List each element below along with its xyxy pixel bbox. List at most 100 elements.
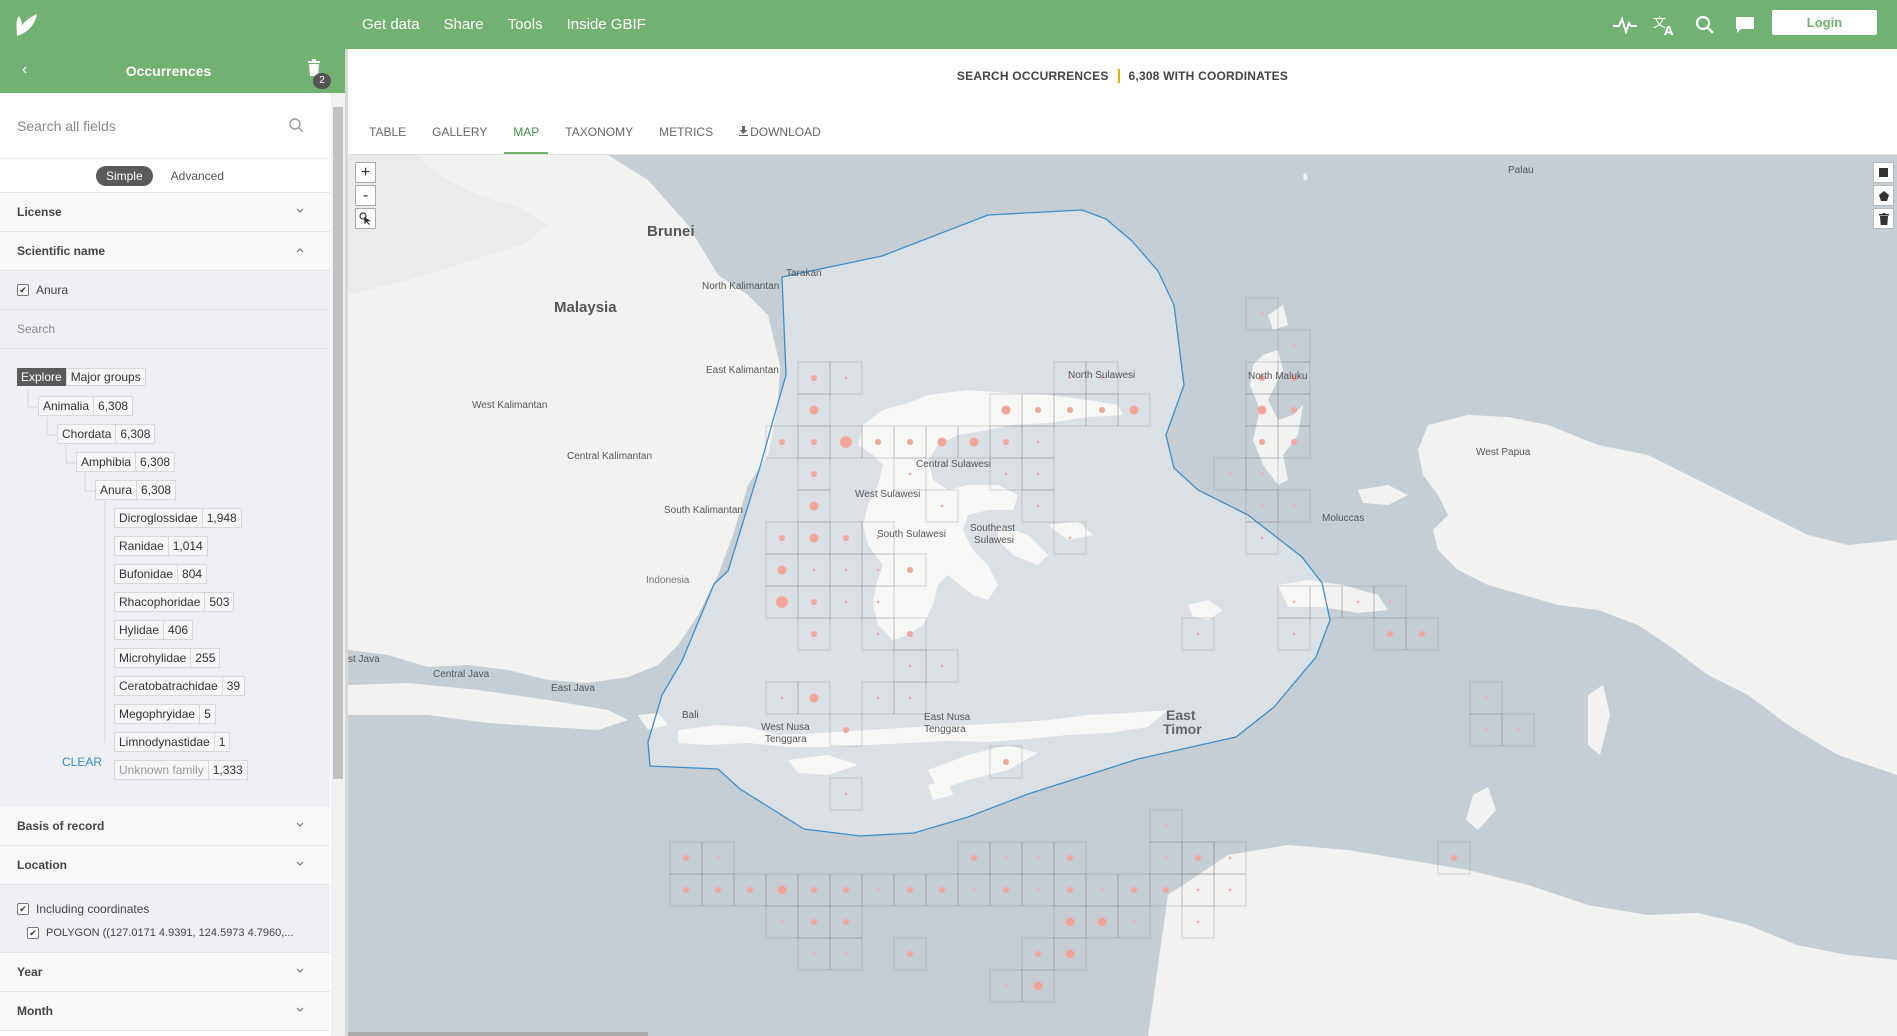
year-facet[interactable]: Year (0, 953, 330, 992)
taxon-node[interactable]: Unknown family 1,333 (114, 760, 248, 780)
taxon-node[interactable]: Ceratobatrachidae 39 (114, 676, 246, 696)
taxon-node[interactable]: Dicroglossidae 1,948 (114, 508, 242, 528)
search-placeholder: Search all fields (17, 117, 116, 134)
occurrence-dot (1004, 984, 1008, 988)
basis-of-record-facet[interactable]: Basis of record (0, 807, 330, 846)
delete-shape-button[interactable] (1873, 208, 1894, 229)
taxon-node[interactable]: Animalia 6,308 (38, 396, 134, 416)
gbif-logo-icon[interactable] (0, 0, 54, 49)
taxon-node[interactable]: Bufonidae 804 (114, 564, 208, 584)
including-coordinates-row[interactable]: ✔ Including coordinates (0, 897, 330, 921)
taxon-node[interactable]: Anura 6,308 (95, 480, 177, 500)
occurrence-dot (940, 664, 944, 668)
map-label-west-papua: West Papua (1476, 447, 1531, 458)
occurrence-dot (1260, 472, 1264, 476)
occurrence-dot (1484, 728, 1488, 732)
draw-rectangle-button[interactable] (1873, 162, 1894, 183)
occurrence-dot (716, 856, 720, 860)
nav-tools[interactable]: Tools (508, 16, 543, 33)
occurrence-dot (811, 631, 817, 637)
taxon-node[interactable]: Hylidae 406 (114, 620, 194, 640)
zoom-out-button[interactable]: - (355, 185, 376, 206)
new-guinea-landmass (1418, 415, 1897, 775)
search-icon[interactable] (288, 117, 304, 138)
search-all-fields-input[interactable]: Search all fields (0, 93, 330, 159)
occurrence-dot (876, 632, 880, 636)
occurrence-dot (1324, 600, 1328, 604)
nav-share[interactable]: Share (444, 16, 484, 33)
basis-of-record-label: Basis of record (17, 819, 105, 833)
map-label-north-sulawesi: North Sulawesi (1068, 370, 1136, 381)
occurrence-dot (908, 664, 912, 668)
sidebar-scrollbar[interactable] (331, 93, 345, 1036)
nav-get-data[interactable]: Get data (362, 16, 420, 33)
tab-table[interactable]: TABLE (360, 125, 415, 154)
occurrence-dot (811, 919, 817, 925)
taxon-name: Dicroglossidae (114, 508, 203, 528)
filter-count-badge: 2 (313, 73, 331, 89)
license-facet[interactable]: License (0, 193, 330, 232)
taxon-count: 6,308 (137, 480, 177, 500)
clear-button[interactable]: CLEAR (62, 755, 102, 769)
taxon-name: Hylidae (114, 620, 165, 640)
scientific-name-facet[interactable]: Scientific name (0, 232, 330, 271)
occurrence-dot (1100, 888, 1104, 892)
tab-metrics[interactable]: METRICS (650, 125, 722, 154)
scrollbar-thumb[interactable] (348, 1032, 648, 1036)
location-facet[interactable]: Location (0, 846, 330, 885)
checkbox-checked-icon[interactable]: ✔ (27, 927, 39, 939)
taxon-name: Ceratobatrachidae (114, 676, 223, 696)
occurrence-dot (1196, 856, 1200, 860)
map-horizontal-scrollbar[interactable] (348, 1032, 1897, 1036)
occurrence-dot (1196, 920, 1200, 924)
taxon-node[interactable]: Amphibia 6,308 (76, 452, 176, 472)
occurrence-dot (809, 693, 819, 703)
location-body: ✔ Including coordinates ✔ POLYGON ((127.… (0, 885, 330, 953)
taxon-count: 406 (164, 620, 194, 640)
back-chevron-icon[interactable]: ‹ (22, 61, 27, 79)
zoom-in-button[interactable]: + (355, 162, 376, 183)
occurrence-dot (876, 888, 880, 892)
simple-mode-button[interactable]: Simple (95, 165, 153, 186)
occurrence-dot (1033, 981, 1043, 991)
scrollbar-thumb[interactable] (333, 107, 343, 779)
map-canvas[interactable] (348, 155, 1897, 1036)
occurrence-dot (777, 885, 787, 895)
misool-island (1358, 485, 1408, 505)
feedback-icon[interactable] (1733, 13, 1757, 37)
occurrence-dot (1035, 951, 1041, 957)
translate-icon[interactable]: 文A (1653, 13, 1677, 37)
including-coordinates-label: Including coordinates (36, 902, 150, 916)
month-facet[interactable]: Month (0, 992, 330, 1031)
activity-icon[interactable] (1613, 13, 1637, 37)
taxon-node[interactable]: Megophryidae 5 (114, 704, 216, 724)
tab-gallery[interactable]: GALLERY (423, 125, 496, 154)
tab-taxonomy[interactable]: TAXONOMY (556, 125, 642, 154)
pentagon-icon (1878, 190, 1889, 201)
select-tool-button[interactable] (355, 208, 376, 229)
nav-inside-gbif[interactable]: Inside GBIF (567, 16, 646, 33)
draw-polygon-button[interactable] (1873, 185, 1894, 206)
map-label-southeast-1: Southeast (970, 523, 1016, 534)
occurrence-dot (844, 568, 848, 572)
taxon-node[interactable]: Chordata 6,308 (57, 424, 156, 444)
taxon-node[interactable]: Ranidae 1,014 (114, 536, 208, 556)
occurrence-dot (715, 887, 721, 893)
occurrence-map[interactable]: Brunei Malaysia Tarakan North Kalimantan… (348, 155, 1897, 1036)
occurrence-dot (1292, 632, 1296, 636)
taxon-node[interactable]: Rhacophoridae 503 (114, 592, 235, 612)
occurrence-dot (779, 439, 785, 445)
checkbox-checked-icon[interactable]: ✔ (17, 903, 29, 915)
search-icon[interactable] (1693, 13, 1717, 37)
map-label-east-nusa-1: East Nusa (924, 712, 971, 723)
occurrence-dot (1292, 600, 1296, 604)
login-button[interactable]: Login (1772, 10, 1877, 35)
tab-download[interactable]: DOWNLOAD (730, 125, 830, 154)
occurrence-dot (908, 472, 912, 476)
tab-map[interactable]: MAP (504, 125, 549, 154)
polygon-filter-row[interactable]: ✔ POLYGON ((127.0171 4.9391, 124.5973 4.… (0, 921, 330, 945)
advanced-mode-button[interactable]: Advanced (161, 166, 234, 186)
taxon-node[interactable]: Microhylidae 255 (114, 648, 221, 668)
occurrence-dot (1228, 888, 1232, 892)
taxon-node[interactable]: Limnodynastidae 1 (114, 732, 231, 752)
